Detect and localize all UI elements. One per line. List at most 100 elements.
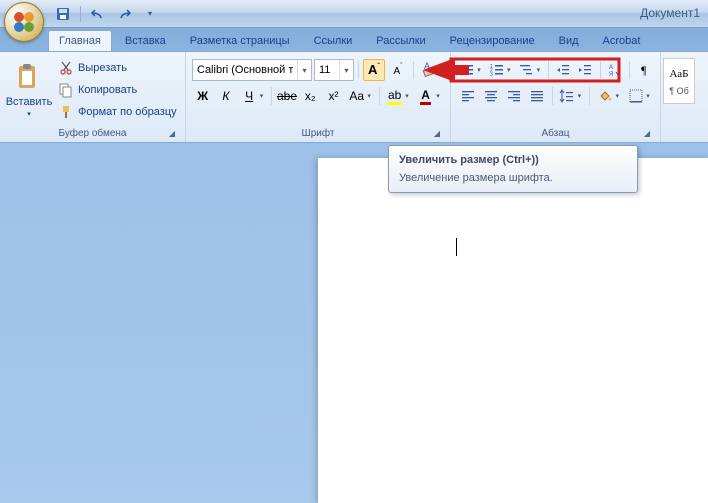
- tab-references[interactable]: Ссылки: [303, 30, 364, 51]
- italic-button[interactable]: К: [215, 85, 236, 107]
- office-button[interactable]: [4, 2, 44, 42]
- font-color-button[interactable]: A: [415, 85, 436, 107]
- highlight-button[interactable]: ab: [384, 85, 405, 107]
- tab-page-layout[interactable]: Разметка страницы: [179, 30, 301, 51]
- chevron-down-icon[interactable]: ▾: [297, 60, 311, 80]
- save-icon: [55, 6, 71, 22]
- svg-text:Я: Я: [609, 72, 613, 78]
- document-page[interactable]: [318, 158, 708, 503]
- tab-review[interactable]: Рецензирование: [439, 30, 546, 51]
- shrink-font-button[interactable]: Aˇ: [387, 59, 409, 81]
- tab-view[interactable]: Вид: [548, 30, 590, 51]
- svg-text:A: A: [424, 62, 430, 71]
- clear-formatting-button[interactable]: A: [418, 59, 440, 81]
- multilevel-list-button[interactable]: [516, 59, 536, 81]
- chevron-down-icon[interactable]: ▾: [339, 60, 353, 80]
- show-marks-button[interactable]: ¶: [634, 59, 654, 81]
- save-button[interactable]: [52, 3, 74, 25]
- font-name-combo[interactable]: ▾: [192, 59, 312, 81]
- group-styles: АаБ ¶ Об: [661, 52, 708, 142]
- numbering-button[interactable]: 123: [487, 59, 507, 81]
- style-preview-normal[interactable]: АаБ ¶ Об: [663, 58, 695, 104]
- increase-indent-button[interactable]: [575, 59, 595, 81]
- underline-button[interactable]: Ч: [238, 85, 259, 107]
- paste-icon: [13, 62, 45, 94]
- group-paragraph: ▾ 123 ▾ ▾ AЯ ¶ ▾: [451, 52, 661, 142]
- sort-button[interactable]: AЯ: [604, 59, 624, 81]
- clipboard-launcher[interactable]: ◢: [165, 126, 179, 140]
- qat-customize-button[interactable]: ▾: [139, 3, 161, 25]
- quick-access-toolbar: ▾: [52, 0, 161, 27]
- tab-mailings[interactable]: Рассылки: [365, 30, 436, 51]
- font-color-icon: A: [420, 88, 431, 105]
- bucket-icon: [597, 88, 613, 104]
- underline-icon: Ч: [245, 89, 253, 103]
- redo-button[interactable]: [113, 3, 135, 25]
- tab-home[interactable]: Главная: [48, 30, 112, 51]
- bullets-dropdown[interactable]: ▾: [477, 66, 484, 74]
- office-logo-icon: [12, 10, 36, 34]
- line-spacing-button[interactable]: [557, 85, 578, 107]
- cut-button[interactable]: Вырезать: [54, 57, 181, 79]
- separator: [629, 61, 630, 79]
- decrease-indent-button[interactable]: [553, 59, 573, 81]
- underline-dropdown[interactable]: ▾: [260, 92, 268, 100]
- svg-text:A: A: [609, 65, 613, 71]
- separator: [552, 87, 553, 105]
- borders-button[interactable]: [625, 85, 646, 107]
- indent-icon: [577, 62, 593, 78]
- change-case-button[interactable]: Aa: [346, 85, 367, 107]
- qat-separator: [80, 6, 81, 22]
- title-bar: ▾ Документ1: [0, 0, 708, 28]
- highlight-dropdown[interactable]: ▾: [405, 92, 413, 100]
- numbering-dropdown[interactable]: ▾: [507, 66, 514, 74]
- style-sample: АаБ: [670, 67, 689, 80]
- line-spacing-dropdown[interactable]: ▾: [578, 92, 586, 100]
- multilevel-icon: [518, 62, 534, 78]
- copy-label: Копировать: [78, 84, 137, 96]
- multilevel-dropdown[interactable]: ▾: [537, 66, 544, 74]
- align-left-button[interactable]: [457, 85, 478, 107]
- separator: [413, 61, 414, 79]
- numbering-icon: 123: [489, 62, 505, 78]
- borders-dropdown[interactable]: ▾: [646, 92, 654, 100]
- case-dropdown[interactable]: ▾: [367, 92, 375, 100]
- chevron-down-icon: ▾: [27, 110, 31, 118]
- tab-acrobat[interactable]: Acrobat: [592, 30, 652, 51]
- tab-insert[interactable]: Вставка: [114, 30, 177, 51]
- justify-button[interactable]: [526, 85, 547, 107]
- grow-font-button[interactable]: Aˆ: [363, 59, 385, 81]
- group-font: ▾ ▾ Aˆ Aˇ A Ж К Ч ▾ abe: [186, 52, 451, 142]
- shading-dropdown[interactable]: ▾: [615, 92, 623, 100]
- bold-button[interactable]: Ж: [192, 85, 213, 107]
- bullets-button[interactable]: [457, 59, 477, 81]
- font-size-combo[interactable]: ▾: [314, 59, 354, 81]
- strikethrough-button[interactable]: abe: [276, 85, 297, 107]
- font-size-input[interactable]: [315, 60, 339, 80]
- subscript-button[interactable]: x₂: [300, 85, 321, 107]
- copy-button[interactable]: Копировать: [54, 79, 181, 101]
- copy-icon: [58, 82, 74, 98]
- paragraph-launcher[interactable]: ◢: [640, 126, 654, 140]
- paste-button[interactable]: Вставить ▾: [4, 54, 54, 126]
- font-color-dropdown[interactable]: ▾: [436, 92, 444, 100]
- format-painter-button[interactable]: Формат по образцу: [54, 101, 181, 123]
- group-title-paragraph: Абзац ◢: [455, 126, 656, 142]
- paste-label: Вставить: [6, 96, 53, 108]
- redo-icon: [116, 6, 132, 22]
- sort-icon: AЯ: [607, 62, 623, 78]
- font-launcher[interactable]: ◢: [430, 126, 444, 140]
- grow-font-icon: Aˆ: [368, 62, 380, 78]
- pilcrow-icon: ¶: [641, 63, 646, 78]
- group-title-font: Шрифт ◢: [190, 126, 446, 142]
- eraser-icon: A: [421, 62, 437, 78]
- font-name-input[interactable]: [193, 60, 297, 80]
- superscript-button[interactable]: x²: [323, 85, 344, 107]
- align-right-button[interactable]: [503, 85, 524, 107]
- align-center-icon: [483, 88, 499, 104]
- ribbon-tabs: Главная Вставка Разметка страницы Ссылки…: [0, 28, 708, 51]
- shading-button[interactable]: [594, 85, 615, 107]
- separator: [589, 87, 590, 105]
- undo-button[interactable]: [87, 3, 109, 25]
- align-center-button[interactable]: [480, 85, 501, 107]
